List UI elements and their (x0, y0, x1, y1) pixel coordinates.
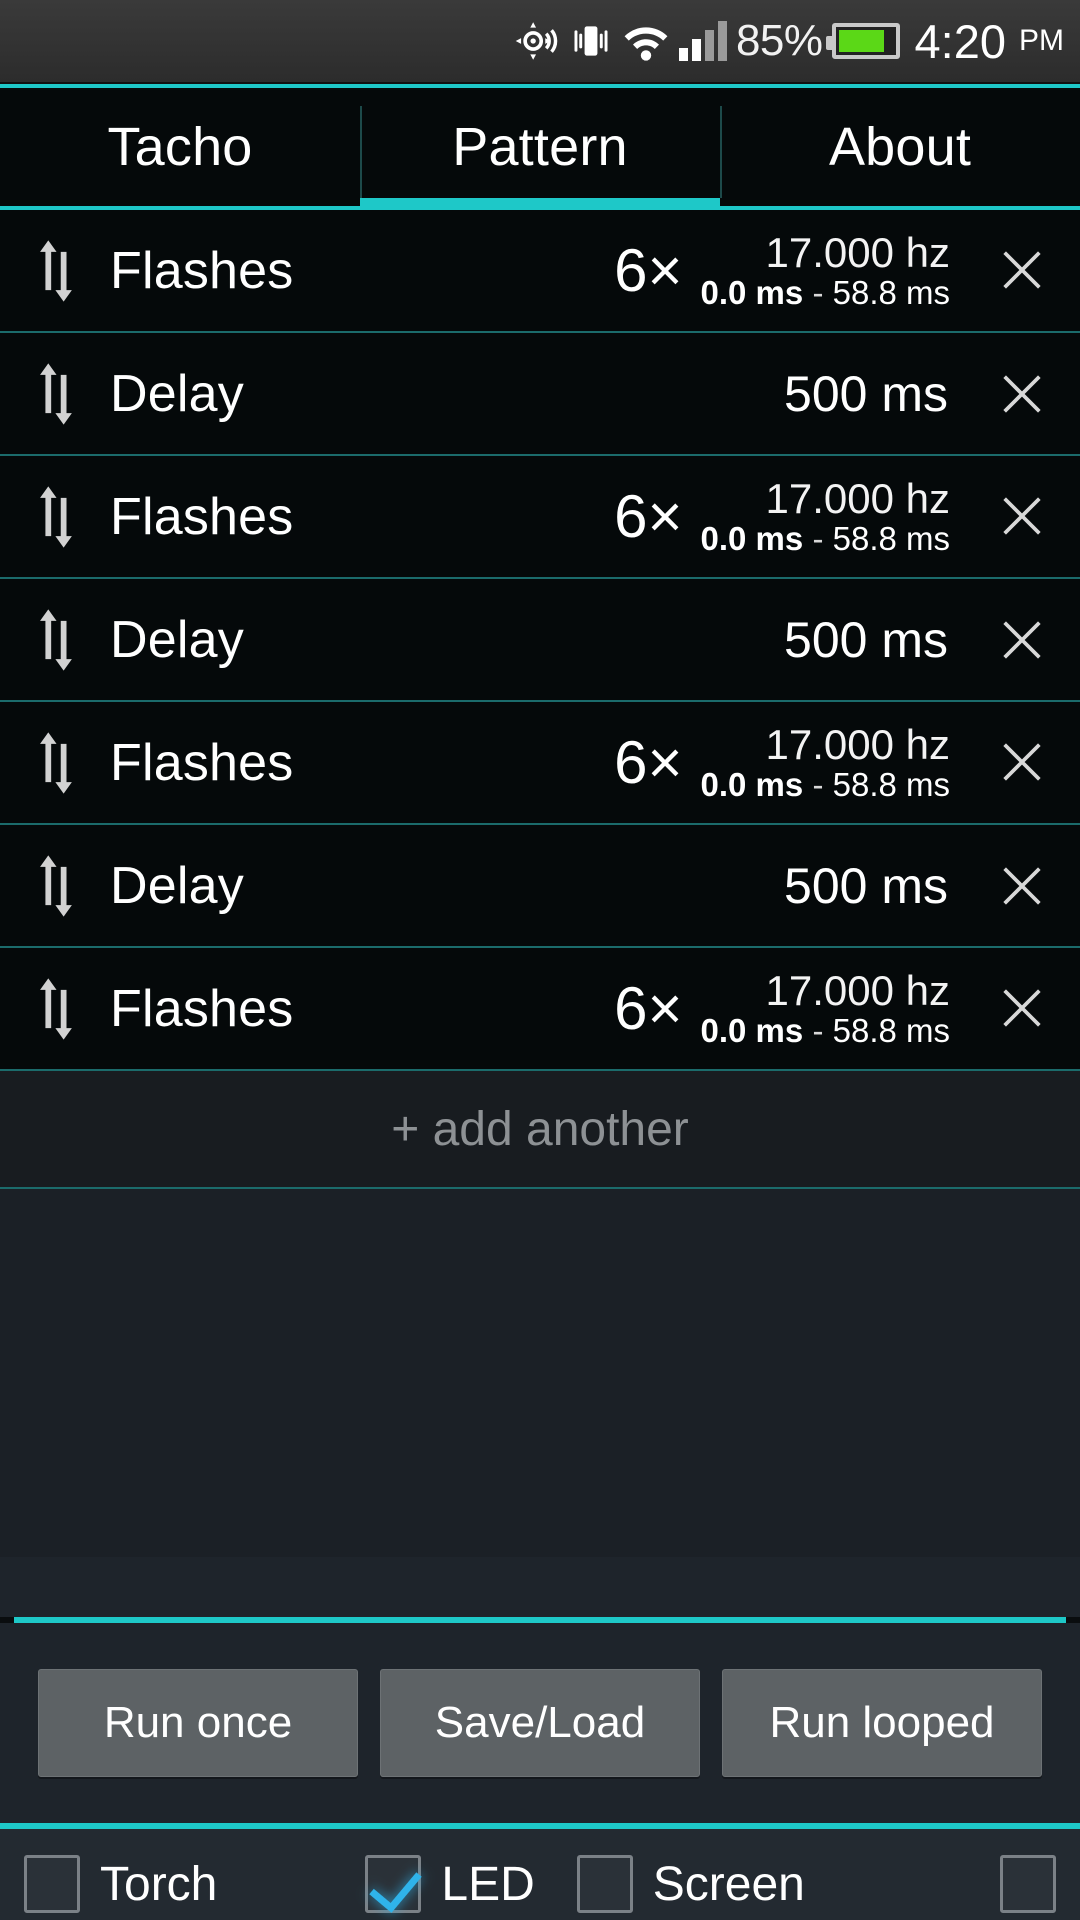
action-button-bar: Run once Save/Load Run looped (0, 1623, 1080, 1823)
led-checkbox-box[interactable] (365, 1855, 422, 1913)
run-once-label: Run once (103, 1698, 293, 1747)
row-value: 500 ms (784, 611, 948, 668)
list-empty-space (0, 1189, 1080, 1557)
row-duty: 0.0 ms - 58.8 ms (701, 767, 950, 803)
reorder-handle-icon[interactable] (0, 730, 110, 796)
row-frequency: 17.000 hz (765, 967, 951, 1014)
row-frequency: 17.000 hz (765, 229, 951, 276)
tab-pattern-label: Pattern (452, 117, 628, 177)
torch-label: Torch (100, 1857, 218, 1911)
table-row[interactable]: Flashes 6× 17.000 hz 0.0 ms - 58.8 ms (0, 948, 1080, 1071)
row-on-ms: 0.0 ms (700, 766, 804, 804)
torch-checkbox-box[interactable] (24, 1855, 80, 1913)
row-label: Delay (110, 856, 244, 915)
run-once-button[interactable]: Run once (38, 1669, 358, 1777)
battery-icon (825, 23, 900, 59)
row-multiplier: 6× (614, 728, 683, 796)
tab-bar: Tacho Pattern About (0, 88, 1080, 210)
signal-icon (678, 21, 727, 61)
row-sep: - (812, 274, 824, 312)
status-bar: 85% 4:20 PM (0, 0, 1080, 84)
row-off-ms: 58.8 ms (832, 1012, 950, 1050)
table-row[interactable]: Flashes 6× 17.000 hz 0.0 ms - 58.8 ms (0, 456, 1080, 579)
save-load-button[interactable]: Save/Load (380, 1669, 700, 1777)
clock-time: 4:20 (914, 14, 1006, 68)
checkbox-torch[interactable]: Torch (24, 1855, 217, 1913)
run-looped-button[interactable]: Run looped (722, 1669, 1042, 1777)
delete-row-icon[interactable] (964, 982, 1080, 1034)
wifi-icon (622, 20, 670, 62)
row-frequency: 17.000 hz (765, 475, 951, 522)
reorder-handle-icon[interactable] (0, 607, 110, 673)
row-multiplier: 6× (614, 974, 683, 1042)
save-load-label: Save/Load (434, 1698, 646, 1747)
row-label: Flashes (110, 241, 294, 300)
row-off-ms: 58.8 ms (832, 766, 950, 804)
row-multiplier: 6× (614, 236, 683, 304)
row-on-ms: 0.0 ms (700, 1012, 804, 1050)
row-label: Flashes (110, 979, 294, 1038)
vibrate-icon (569, 19, 613, 63)
output-mode-bar: Torch LED Screen (0, 1829, 1080, 1920)
tab-pattern[interactable]: Pattern (360, 88, 720, 210)
row-label: Delay (110, 364, 244, 423)
screen-checkbox-box[interactable] (576, 1855, 633, 1913)
checkbox-led[interactable]: LED (365, 1855, 535, 1913)
pattern-list: Flashes 6× 17.000 hz 0.0 ms - 58.8 ms De… (0, 210, 1080, 1189)
delete-row-icon[interactable] (964, 736, 1080, 788)
row-on-ms: 0.0 ms (700, 520, 804, 558)
row-duty: 0.0 ms - 58.8 ms (701, 275, 950, 311)
row-frequency: 17.000 hz (765, 721, 951, 768)
reorder-handle-icon[interactable] (0, 853, 110, 919)
row-on-ms: 0.0 ms (700, 274, 804, 312)
row-sep: - (812, 520, 824, 558)
clock-ampm: PM (1019, 24, 1064, 57)
row-duty: 0.0 ms - 58.8 ms (701, 521, 950, 557)
row-label: Flashes (110, 487, 294, 546)
delete-row-icon[interactable] (964, 614, 1080, 666)
row-sep: - (812, 766, 824, 804)
table-row[interactable]: Delay 500 ms (0, 579, 1080, 702)
row-label: Delay (110, 610, 244, 669)
checkbox-screen[interactable]: Screen (576, 1855, 805, 1913)
reorder-handle-icon[interactable] (0, 976, 110, 1042)
delete-row-icon[interactable] (964, 244, 1080, 296)
row-sep: - (812, 1012, 824, 1050)
run-looped-label: Run looped (769, 1698, 995, 1747)
led-label: LED (441, 1857, 535, 1911)
delete-row-icon[interactable] (964, 490, 1080, 542)
reorder-handle-icon[interactable] (0, 361, 110, 427)
tab-tacho[interactable]: Tacho (0, 88, 360, 206)
tab-about-label: About (828, 117, 972, 177)
tab-about[interactable]: About (720, 88, 1080, 206)
tab-tacho-label: Tacho (107, 117, 253, 177)
gps-icon (514, 18, 560, 64)
extra-checkbox-box[interactable] (1000, 1855, 1056, 1913)
list-empty-space-lower (0, 1557, 1080, 1617)
add-another-label: + add another (391, 1102, 689, 1156)
row-value: 500 ms (784, 857, 948, 914)
row-duty: 0.0 ms - 58.8 ms (701, 1013, 950, 1049)
screen-label: Screen (652, 1857, 805, 1911)
table-row[interactable]: Flashes 6× 17.000 hz 0.0 ms - 58.8 ms (0, 702, 1080, 825)
checkbox-extra[interactable] (1000, 1855, 1056, 1913)
table-row[interactable]: Delay 500 ms (0, 825, 1080, 948)
delete-row-icon[interactable] (964, 368, 1080, 420)
add-another-button[interactable]: + add another (0, 1071, 1080, 1189)
table-row[interactable]: Delay 500 ms (0, 333, 1080, 456)
row-multiplier: 6× (614, 482, 683, 550)
row-off-ms: 58.8 ms (832, 520, 950, 558)
row-off-ms: 58.8 ms (832, 274, 950, 312)
reorder-handle-icon[interactable] (0, 238, 110, 304)
battery-percent-label: 85% (735, 16, 823, 65)
table-row[interactable]: Flashes 6× 17.000 hz 0.0 ms - 58.8 ms (0, 210, 1080, 333)
row-value: 500 ms (784, 365, 948, 422)
delete-row-icon[interactable] (964, 860, 1080, 912)
reorder-handle-icon[interactable] (0, 484, 110, 550)
row-label: Flashes (110, 733, 294, 792)
